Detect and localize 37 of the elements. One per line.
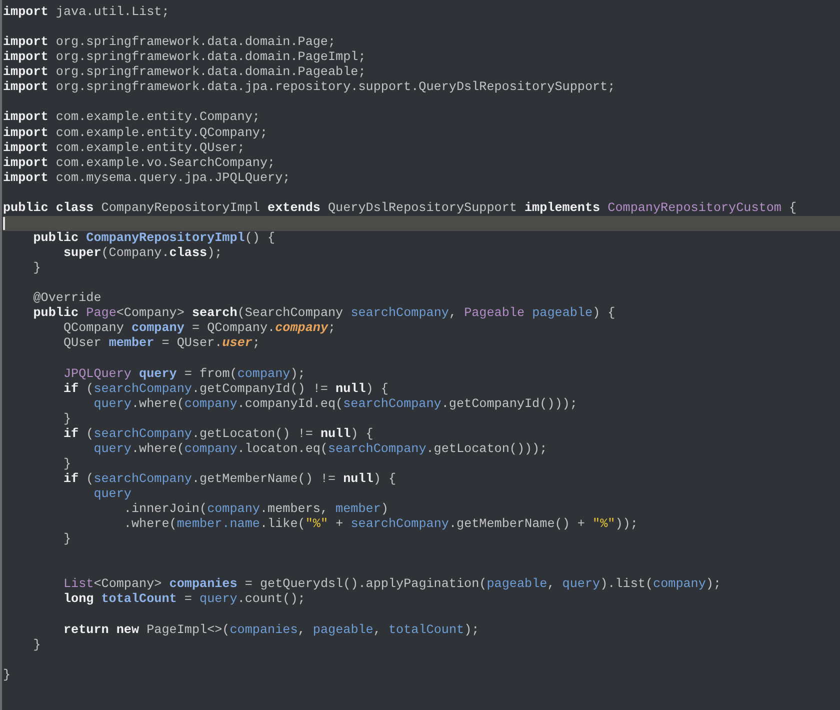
- code-line: }: [62, 412, 72, 427]
- code-line: }: [32, 261, 42, 276]
- code-line: List<Company> companies = getQuerydsl().applyPagination(pageable, query).list(company);: [62, 577, 722, 592]
- code-line: import java.util.List;: [3, 5, 170, 20]
- code-editor[interactable]: [0, 0, 840, 710]
- code-line: QUser member = QUser.user;: [62, 336, 261, 352]
- code-line: import org.springframework.data.domain.Pageable;: [3, 65, 367, 80]
- code-line: if (searchCompany.getMemberName() != null) {: [62, 472, 398, 487]
- code-line: public class CompanyRepositoryImpl extends QueryDslRepositorySupport implements CompanyRepositoryCustom {: [3, 200, 798, 216]
- code-line: }: [3, 668, 12, 683]
- code-line: @Override: [32, 291, 102, 306]
- code-line: return new PageImpl<>(companies, pageable, totalCount);: [62, 622, 480, 638]
- code-line: if (searchCompany.getLocaton() != null) {: [62, 426, 374, 442]
- code-line: .where(member.name.like("%" + searchCompany.getMemberName() + "%"));: [122, 517, 639, 532]
- code-line: import org.springframework.data.domain.PageImpl;: [3, 50, 367, 66]
- code-line: if (searchCompany.getCompanyId() != null) {: [62, 382, 390, 397]
- code-line: QCompany company = QCompany.company;: [62, 321, 337, 336]
- code-line: import com.example.entity.QCompany;: [3, 126, 269, 141]
- code-line: import org.springframework.data.jpa.repository.support.QueryDslRepositorySupport;: [3, 80, 616, 96]
- code-line: import com.mysema.query.jpa.JPQLQuery;: [3, 170, 292, 186]
- code-line: super(Company.class);: [62, 246, 224, 262]
- code-line: import org.springframework.data.domain.Page;: [3, 35, 337, 50]
- code-line: query.where(company.companyId.eq(searchCompany.getCompanyId()));: [92, 396, 578, 412]
- code-line: import com.example.vo.SearchCompany;: [3, 156, 276, 171]
- code-line: public CompanyRepositoryImpl() {: [32, 230, 276, 246]
- code-line: }: [62, 532, 72, 548]
- code-line: import com.example.entity.Company;: [3, 110, 261, 126]
- code-line: .innerJoin(company.members, member): [122, 502, 390, 518]
- text-cursor: [3, 216, 5, 230]
- code-line: query.where(company.locaton.eq(searchCompany.getLocaton()));: [92, 442, 548, 457]
- code-line: public Page<Company> search(SearchCompany searchCompany, Pageable pageable) {: [32, 306, 616, 322]
- code-line: JPQLQuery query = from(company);: [62, 366, 306, 382]
- code-line: }: [62, 456, 72, 472]
- code-line: long totalCount = query.count();: [62, 592, 306, 608]
- code-line: }: [32, 638, 42, 653]
- code-line: import com.example.entity.QUser;: [3, 140, 246, 156]
- code-line: query: [92, 487, 132, 502]
